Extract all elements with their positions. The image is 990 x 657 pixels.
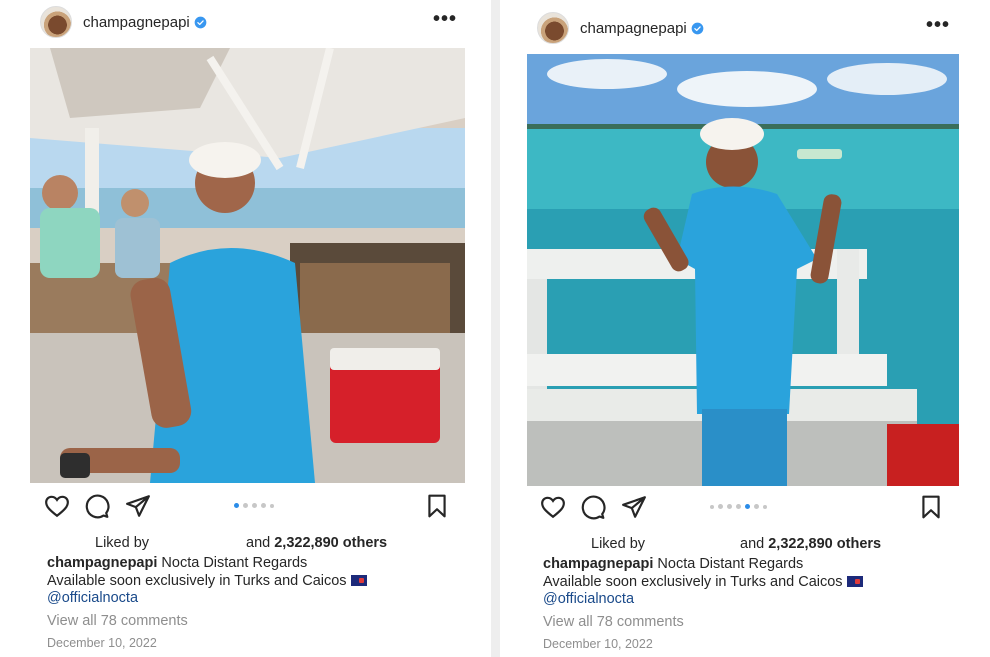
avatar[interactable] bbox=[537, 12, 569, 44]
mention-link[interactable]: @officialnocta bbox=[47, 590, 138, 606]
liked-by-label: Liked by bbox=[591, 536, 646, 552]
turks-caicos-flag-icon bbox=[846, 576, 863, 587]
turks-caicos-flag-icon bbox=[350, 575, 367, 586]
liked-by-and: and bbox=[740, 536, 765, 552]
caption-text: Nocta Distant Regards bbox=[657, 556, 804, 572]
more-options-icon[interactable]: ••• bbox=[433, 8, 457, 31]
post-header: champagnepapi ••• bbox=[0, 0, 491, 44]
avatar[interactable] bbox=[40, 6, 72, 38]
verified-badge-icon bbox=[194, 16, 207, 28]
carousel-indicator bbox=[234, 503, 274, 508]
liked-by-and: and bbox=[246, 535, 271, 551]
username[interactable]: champagnepapi bbox=[83, 14, 190, 31]
photo-sea-scene bbox=[527, 54, 959, 486]
like-heart-icon[interactable] bbox=[540, 494, 566, 520]
caption-line2-text: Available soon exclusively in Turks and … bbox=[47, 573, 347, 589]
caption-line2: Available soon exclusively in Turks and … bbox=[47, 573, 367, 589]
post-date: December 10, 2022 bbox=[543, 637, 653, 651]
likes-summary[interactable]: and 2,322,890 others bbox=[246, 535, 387, 551]
verified-badge-icon bbox=[691, 22, 704, 34]
share-send-icon[interactable] bbox=[125, 493, 151, 519]
view-comments-link[interactable]: View all 78 comments bbox=[543, 614, 684, 630]
save-bookmark-icon[interactable] bbox=[424, 493, 450, 519]
carousel-dot bbox=[252, 503, 257, 508]
carousel-dot bbox=[727, 504, 732, 509]
post-actions bbox=[44, 493, 454, 523]
carousel-indicator bbox=[710, 504, 767, 509]
comment-icon[interactable] bbox=[84, 493, 110, 519]
save-bookmark-icon[interactable] bbox=[918, 494, 944, 520]
caption-username[interactable]: champagnepapi bbox=[47, 555, 157, 571]
carousel-dot bbox=[754, 504, 759, 509]
post-divider bbox=[491, 0, 500, 657]
post-card: champagnepapi ••• Liked by and 2,322,890… bbox=[500, 0, 990, 657]
post-photo[interactable] bbox=[30, 48, 465, 483]
carousel-dot bbox=[243, 503, 248, 508]
carousel-dot bbox=[763, 504, 767, 509]
liked-by-label: Liked by bbox=[95, 535, 150, 551]
caption: champagnepapi Nocta Distant Regards bbox=[47, 555, 307, 571]
carousel-dot bbox=[261, 503, 266, 508]
carousel-dot bbox=[745, 504, 750, 509]
likes-count[interactable]: 2,322,890 others bbox=[274, 535, 387, 551]
caption-line2: Available soon exclusively in Turks and … bbox=[543, 574, 863, 590]
photo-bar-scene bbox=[30, 48, 465, 483]
post-photo[interactable] bbox=[527, 54, 959, 486]
post-header: champagnepapi ••• bbox=[500, 6, 990, 50]
carousel-dot bbox=[718, 504, 723, 509]
post-date: December 10, 2022 bbox=[47, 636, 157, 650]
post-card: champagnepapi ••• Liked by and 2,322,890… bbox=[0, 0, 491, 657]
view-comments-link[interactable]: View all 78 comments bbox=[47, 613, 188, 629]
carousel-dot bbox=[736, 504, 741, 509]
caption: champagnepapi Nocta Distant Regards bbox=[543, 556, 803, 572]
post-actions bbox=[540, 494, 950, 524]
share-send-icon[interactable] bbox=[621, 494, 647, 520]
like-heart-icon[interactable] bbox=[44, 493, 70, 519]
caption-line2-text: Available soon exclusively in Turks and … bbox=[543, 574, 843, 590]
comment-icon[interactable] bbox=[580, 494, 606, 520]
more-options-icon[interactable]: ••• bbox=[926, 14, 950, 37]
carousel-dot bbox=[270, 503, 274, 508]
likes-summary[interactable]: and 2,322,890 others bbox=[740, 536, 881, 552]
mention-link[interactable]: @officialnocta bbox=[543, 591, 634, 607]
carousel-dot bbox=[710, 504, 714, 509]
caption-username[interactable]: champagnepapi bbox=[543, 556, 653, 572]
username[interactable]: champagnepapi bbox=[580, 20, 687, 37]
caption-text: Nocta Distant Regards bbox=[161, 555, 308, 571]
carousel-dot bbox=[234, 503, 239, 508]
likes-count[interactable]: 2,322,890 others bbox=[768, 536, 881, 552]
